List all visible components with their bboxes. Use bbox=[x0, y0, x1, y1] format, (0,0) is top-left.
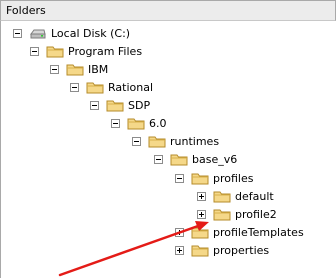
expand-toggle-icon[interactable] bbox=[197, 191, 206, 201]
folder-icon bbox=[191, 245, 209, 257]
folder-icon bbox=[46, 46, 64, 58]
folder-icon bbox=[213, 209, 231, 221]
tree-item-label: Rational bbox=[108, 80, 154, 94]
tree-item-profile2[interactable]: profile2 bbox=[197, 205, 278, 223]
tree-item-profiletemplates[interactable]: profileTemplates bbox=[175, 223, 305, 241]
tree-item-default[interactable]: default bbox=[197, 187, 275, 205]
collapse-toggle-icon[interactable] bbox=[132, 136, 141, 146]
tree-item-base-v6[interactable]: base_v6 bbox=[154, 150, 238, 168]
tree-item-label: profileTemplates bbox=[213, 225, 304, 239]
tree-item-properties[interactable]: properties bbox=[175, 241, 270, 259]
tree-item-program-files[interactable]: Program Files bbox=[30, 42, 143, 60]
folders-pane-title: Folders bbox=[6, 4, 46, 17]
collapse-toggle-icon[interactable] bbox=[90, 100, 99, 110]
folder-tree[interactable]: Local Disk (C:) Program Files IBM Ration… bbox=[0, 21, 336, 278]
tree-item-label: SDP bbox=[128, 98, 151, 112]
drive-icon bbox=[30, 29, 46, 39]
tree-item-label: 6.0 bbox=[149, 116, 167, 130]
tree-item-profiles[interactable]: profiles bbox=[175, 169, 254, 187]
tree-item-label: profiles bbox=[213, 171, 254, 185]
tree-item-sdp[interactable]: SDP bbox=[90, 96, 151, 114]
tree-item-ibm[interactable]: IBM bbox=[50, 60, 109, 78]
folder-icon bbox=[170, 154, 188, 166]
tree-item-6-0[interactable]: 6.0 bbox=[111, 114, 168, 132]
folder-icon bbox=[106, 100, 124, 112]
collapse-toggle-icon[interactable] bbox=[111, 118, 120, 128]
expand-toggle-icon[interactable] bbox=[175, 245, 184, 255]
collapse-toggle-icon[interactable] bbox=[30, 46, 39, 56]
tree-item-label: IBM bbox=[88, 62, 109, 76]
folder-icon bbox=[127, 118, 145, 130]
collapse-toggle-icon[interactable] bbox=[70, 82, 79, 92]
tree-item-label: Local Disk (C:) bbox=[51, 26, 131, 40]
collapse-toggle-icon[interactable] bbox=[154, 154, 163, 164]
expand-toggle-icon[interactable] bbox=[175, 227, 184, 237]
tree-item-local-disk[interactable]: Local Disk (C:) bbox=[13, 24, 131, 42]
tree-item-label: base_v6 bbox=[192, 152, 238, 166]
folder-icon bbox=[86, 82, 104, 94]
collapse-toggle-icon[interactable] bbox=[175, 173, 184, 183]
tree-item-rational[interactable]: Rational bbox=[70, 78, 154, 96]
tree-item-label: properties bbox=[213, 243, 270, 257]
tree-item-label: default bbox=[235, 189, 274, 203]
tree-item-runtimes[interactable]: runtimes bbox=[132, 132, 220, 150]
folder-icon bbox=[148, 136, 166, 148]
folder-icon bbox=[191, 173, 209, 185]
tree-item-label: profile2 bbox=[235, 207, 277, 221]
folder-icon bbox=[191, 227, 209, 239]
collapse-toggle-icon[interactable] bbox=[13, 28, 22, 38]
folder-icon bbox=[213, 191, 231, 203]
folder-icon bbox=[66, 64, 84, 76]
collapse-toggle-icon[interactable] bbox=[50, 64, 59, 74]
tree-item-label: runtimes bbox=[170, 134, 220, 148]
folders-pane-header: Folders bbox=[0, 0, 336, 21]
tree-item-label: Program Files bbox=[68, 44, 143, 58]
expand-toggle-icon[interactable] bbox=[197, 209, 206, 219]
